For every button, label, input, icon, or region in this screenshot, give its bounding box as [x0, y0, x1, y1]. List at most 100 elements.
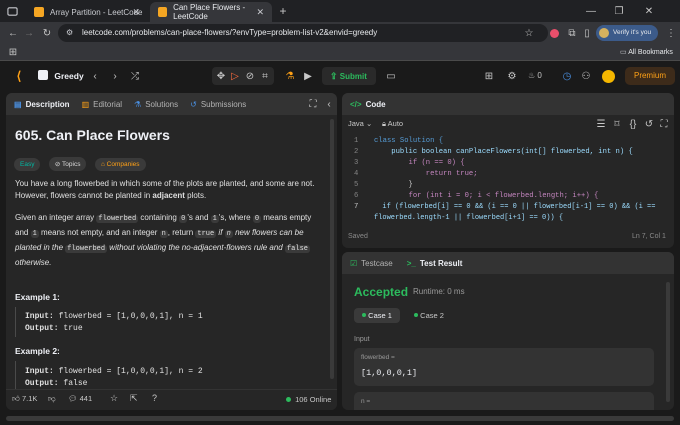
line-number: 3: [354, 159, 359, 167]
like-button[interactable]: 👍︎ 7.1K: [12, 394, 37, 404]
notes-icon[interactable]: ▭: [382, 67, 400, 85]
code-editor[interactable]: 1 2 3 4 5 6 7 class Solution { public bo…: [342, 133, 674, 223]
tab-code[interactable]: </> Code: [350, 100, 386, 109]
timer-icon[interactable]: ◷: [558, 67, 576, 85]
page-horizontal-scrollbar[interactable]: [6, 416, 674, 421]
output-label: Output:: [25, 324, 59, 333]
example-2-block: [15, 361, 16, 389]
leetcode-logo-icon[interactable]: ⟨: [10, 67, 28, 85]
close-window-icon[interactable]: ✕: [640, 2, 658, 20]
topics-tag[interactable]: ⊘ Topics: [48, 157, 87, 171]
next-problem-icon[interactable]: ›: [106, 67, 124, 85]
code-line: public boolean canPlaceFlowers(int[] flo…: [374, 148, 633, 156]
topics-label: Topics: [62, 161, 81, 168]
thumbs-up-icon: 👍︎: [12, 394, 20, 403]
terminal-icon: >_: [406, 258, 416, 268]
text-run: 's and: [187, 213, 211, 222]
description-scrollbar[interactable]: [330, 119, 334, 379]
example-1-input: Input: flowerbed = [1,0,0,0,1], n = 1: [25, 312, 203, 321]
document-icon: ▤: [14, 99, 22, 109]
difficulty-badge[interactable]: Easy: [14, 158, 41, 171]
all-bookmarks-button[interactable]: ▭ All Bookmarks: [620, 48, 673, 56]
streak-counter[interactable]: ♨ 0: [528, 71, 542, 80]
close-tab-icon[interactable]: ✕: [132, 7, 140, 18]
description-footer: 👍︎ 7.1K 👎︎ 💬︎ 441 ☆ ⇱ ? 106 Online: [6, 389, 337, 410]
tab-label: Description: [25, 99, 70, 109]
collapse-panel-icon[interactable]: ‹: [320, 95, 337, 113]
browser-menu-icon[interactable]: ⋮: [662, 24, 680, 42]
inline-code: flowerbed: [65, 245, 108, 253]
language-select[interactable]: Java ⌄: [348, 119, 372, 128]
new-tab-icon[interactable]: +: [274, 2, 292, 20]
checkbox-icon: ☑: [350, 258, 358, 268]
test-panel-scrollbar[interactable]: [666, 282, 670, 402]
comments-button[interactable]: 💬︎ 441: [68, 394, 92, 403]
prev-problem-icon[interactable]: ‹: [86, 67, 104, 85]
favorite-star-icon[interactable]: ☆: [110, 393, 118, 404]
tab-solutions[interactable]: ⚗ Solutions: [134, 100, 178, 109]
para1-end: plots.: [184, 191, 207, 200]
companies-tag[interactable]: ⌂ Companies: [94, 158, 146, 171]
debugger-icon[interactable]: ⚗: [281, 67, 299, 85]
case-1-button[interactable]: Case 1: [354, 308, 400, 323]
browser-tab-can-place-flowers[interactable]: Can Place Flowers - LeetCode ✕: [150, 2, 272, 22]
verify-profile-button[interactable]: Verify it's you: [596, 25, 658, 41]
browser-tab-array-partition[interactable]: Array Partition - LeetCode ✕: [26, 2, 148, 22]
settings-gear-icon[interactable]: ⚙: [503, 67, 521, 85]
forward-icon[interactable]: →: [20, 24, 38, 42]
dislike-button[interactable]: 👎︎: [48, 394, 56, 404]
submit-button[interactable]: ⇪ Submit: [322, 67, 376, 85]
tab-search-icon[interactable]: [3, 2, 21, 20]
case-2-button[interactable]: Case 2: [406, 308, 452, 323]
leetcode-header: ⟨ Greedy ‹ › ⤮ ✥ ▷ ⊘ ⌗ ⚗ ▶ ⇪ Submit ▭ ⊞ …: [0, 61, 680, 91]
close-tab-icon[interactable]: ✕: [256, 7, 264, 18]
premium-button[interactable]: Premium: [625, 67, 675, 85]
add-friend-icon[interactable]: ⚇: [577, 67, 595, 85]
reload-icon[interactable]: ↻: [38, 24, 56, 42]
comment-icon: 💬︎: [68, 394, 78, 403]
code-panel-header: </> Code: [342, 93, 674, 115]
tab-editorial[interactable]: ▥ Editorial: [82, 100, 122, 109]
tab-description[interactable]: ▤ Description: [14, 100, 70, 109]
comment-count: 441: [79, 394, 93, 403]
minimize-icon[interactable]: —: [582, 2, 600, 20]
sidepanel-icon[interactable]: ▯: [578, 24, 596, 42]
code-title: Code: [365, 99, 386, 109]
autocomplete-toggle[interactable]: 🔒︎ Auto: [382, 119, 403, 129]
tab-submissions[interactable]: ↺ Submissions: [190, 100, 246, 109]
layout-icon[interactable]: ⊞: [480, 67, 498, 85]
shuffle-icon[interactable]: ⤮: [126, 67, 144, 85]
example-1-output: Output: true: [25, 324, 83, 333]
text-run: means not empty, and an integer: [38, 228, 160, 237]
description-panel: ▤ Description ▥ Editorial ⚗ Solutions ↺ …: [6, 93, 337, 410]
bookmark-star-icon[interactable]: ☆: [520, 24, 538, 42]
tab-label: Solutions: [145, 99, 179, 109]
fullscreen-icon[interactable]: ⛶: [655, 115, 673, 133]
code-line: class Solution {: [374, 137, 444, 145]
problem-list-button[interactable]: Greedy: [38, 70, 84, 81]
problem-title: 605. Can Place Flowers: [15, 127, 170, 143]
debug-stop-icon[interactable]: ⌗: [256, 67, 274, 85]
run-icon[interactable]: ▶: [299, 67, 317, 85]
apps-grid-icon[interactable]: ⊞: [4, 43, 22, 61]
extension-icon[interactable]: [545, 24, 563, 42]
tab-testcase[interactable]: ☑ Testcase: [350, 259, 393, 268]
maximize-icon[interactable]: ❐: [610, 2, 628, 20]
tab-label: Editorial: [93, 99, 123, 109]
code-line: flowerbed.length-1 || flowerbed[i+1] == …: [374, 214, 564, 222]
case-label: Case 1: [368, 311, 392, 320]
text-run: containing: [138, 213, 180, 222]
address-bar[interactable]: ⚙ leetcode.com/problems/can-place-flower…: [58, 24, 548, 42]
help-icon[interactable]: ?: [152, 393, 157, 403]
online-count: 106 Online: [295, 395, 332, 404]
submit-label: Submit: [339, 72, 367, 81]
site-info-icon[interactable]: ⚙: [66, 24, 73, 42]
inline-code: 1: [30, 230, 39, 238]
tab-test-result[interactable]: >_ Test Result: [407, 259, 463, 268]
tab-label: Testcase: [361, 258, 393, 268]
user-avatar[interactable]: [602, 70, 615, 83]
code-line: if (n == 0) {: [374, 159, 465, 167]
share-icon[interactable]: ⇱: [130, 393, 138, 404]
debug-toolbar: ✥ ▷ ⊘ ⌗: [212, 67, 274, 85]
line-number: 4: [354, 170, 359, 178]
